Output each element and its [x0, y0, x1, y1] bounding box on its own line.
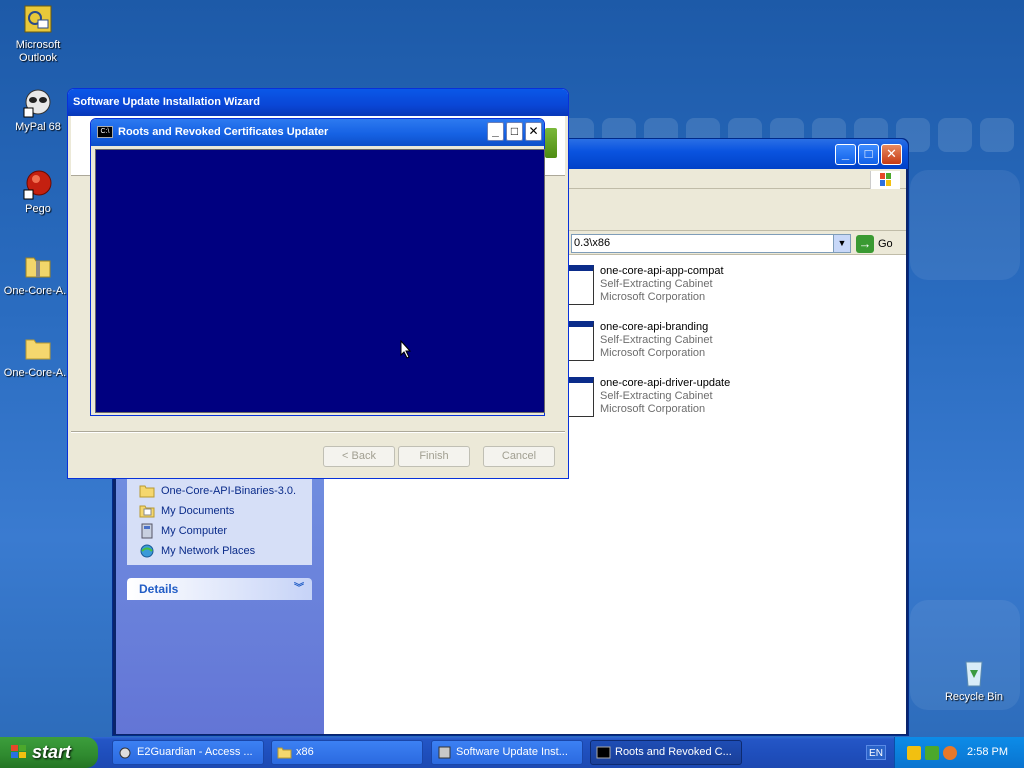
file-item[interactable]: one-core-api-branding Self-Extracting Ca… [568, 321, 888, 369]
my-computer-icon [141, 523, 153, 539]
file-name: one-core-api-branding [600, 321, 709, 333]
taskbar-item-e2guardian[interactable]: E2Guardian - Access ... [112, 740, 264, 765]
clock[interactable]: 2:58 PM [967, 737, 1008, 768]
desktop-icon-outlook[interactable]: Microsoft Outlook [0, 4, 76, 65]
finish-button[interactable]: Finish [398, 446, 470, 467]
place-item-my-documents[interactable]: My Documents [139, 501, 312, 521]
back-button[interactable]: < Back [323, 446, 395, 467]
maximize-button[interactable]: □ [506, 122, 523, 141]
console-title: Roots and Revoked Certificates Updater [118, 126, 329, 138]
address-input[interactable]: 0.3\x86 ▼ [571, 234, 851, 253]
file-name: one-core-api-driver-update [600, 377, 731, 389]
installer-icon [438, 746, 451, 759]
cancel-button[interactable]: Cancel [483, 446, 555, 467]
wizard-separator [71, 431, 565, 433]
desktop-icon-mypal[interactable]: MyPal 68 [0, 86, 76, 134]
network-tray-icon[interactable] [925, 746, 939, 760]
details-label: Details [139, 582, 179, 596]
outlook-icon [24, 5, 52, 33]
system-tray: 2:58 PM [894, 737, 1024, 768]
minimize-button[interactable]: _ [835, 144, 856, 165]
place-label: My Documents [161, 505, 235, 517]
task-label: E2Guardian - Access ... [137, 746, 253, 758]
desktop-icon-recycle-bin[interactable]: Recycle Bin [936, 656, 1012, 704]
cmd-icon [596, 746, 611, 759]
desktop-icon-label: One-Core-A... [3, 285, 73, 297]
details-panel-header[interactable]: Details ︾ [127, 578, 312, 600]
chevron-down-icon[interactable]: ▼ [833, 235, 850, 252]
place-item-my-computer[interactable]: My Computer [139, 521, 312, 541]
windows-logo-icon [545, 128, 557, 158]
cmd-icon: C:\ [97, 126, 113, 138]
console-window-controls: _ □ ✕ [487, 122, 542, 141]
file-type: Self-Extracting Cabinet [600, 278, 713, 290]
desktop-icon-pego[interactable]: Pego [0, 168, 76, 216]
taskbar-item-wizard[interactable]: Software Update Inst... [431, 740, 583, 765]
address-value: 0.3\x86 [574, 237, 611, 249]
console-screen[interactable] [95, 149, 545, 413]
other-places-list: One-Core-API-Binaries-3.0. My Documents … [127, 473, 312, 565]
file-company: Microsoft Corporation [600, 347, 706, 359]
explorer-window-controls: _ □ ✕ [835, 144, 902, 165]
place-label: My Computer [161, 525, 228, 537]
mouse-pointer-icon [400, 340, 412, 359]
pego-icon [23, 170, 52, 200]
close-button[interactable]: ✕ [881, 144, 902, 165]
place-item-my-network-places[interactable]: My Network Places [139, 541, 312, 561]
file-type: Self-Extracting Cabinet [600, 390, 713, 402]
close-button[interactable]: ✕ [525, 122, 542, 141]
file-item[interactable]: one-core-api-driver-update Self-Extracti… [568, 377, 888, 425]
maximize-button[interactable]: □ [858, 144, 879, 165]
start-button[interactable]: start [0, 737, 98, 768]
taskbar-item-x86[interactable]: x86 [271, 740, 423, 765]
desktop-icon-label: Recycle Bin [944, 691, 1004, 703]
security-shield-icon[interactable] [907, 746, 921, 760]
file-type: Self-Extracting Cabinet [600, 334, 713, 346]
browser-icon [119, 747, 131, 759]
cabinet-file-icon [568, 265, 594, 305]
console-window[interactable]: C:\ Roots and Revoked Certificates Updat… [90, 118, 545, 416]
desktop-icon-label: Microsoft Outlook [15, 39, 61, 64]
taskbar: start E2Guardian - Access ... x86 Softwa… [0, 737, 1024, 768]
desktop-icon-one-core-zip[interactable]: One-Core-A... [0, 250, 76, 298]
desktop-wallpaper-tile [910, 170, 1020, 280]
desktop-icon-label: One-Core-A... [3, 367, 73, 379]
windows-flag-icon [870, 171, 900, 189]
windows-flag-icon [11, 745, 26, 758]
folder-icon [277, 747, 292, 759]
start-label: start [32, 742, 72, 762]
zip-folder-icon [25, 257, 51, 278]
folder-icon [139, 485, 155, 498]
raccoon-icon [23, 89, 51, 118]
place-label: My Network Places [161, 545, 256, 557]
network-icon [140, 544, 154, 558]
desktop-icon-label: MyPal 68 [15, 121, 61, 133]
task-label: Roots and Revoked C... [615, 746, 732, 758]
cabinet-file-icon [568, 377, 594, 417]
file-company: Microsoft Corporation [600, 291, 706, 303]
desktop-icon-label: Pego [25, 203, 51, 215]
my-documents-icon [139, 505, 155, 518]
go-arrow-icon: → [856, 234, 874, 253]
desktop-icon-one-core-folder[interactable]: One-Core-A... [0, 332, 76, 380]
place-label: One-Core-API-Binaries-3.0. [161, 485, 297, 497]
minimize-button[interactable]: _ [487, 122, 504, 141]
file-item[interactable]: one-core-api-app-compat Self-Extracting … [568, 265, 888, 313]
task-label: x86 [296, 746, 314, 758]
task-label: Software Update Inst... [456, 746, 568, 758]
folder-icon [25, 339, 51, 360]
wizard-title[interactable]: Software Update Installation Wizard [68, 89, 568, 116]
place-item-parent-folder[interactable]: One-Core-API-Binaries-3.0. [139, 481, 312, 501]
file-name: one-core-api-app-compat [600, 265, 724, 277]
cabinet-file-icon [568, 321, 594, 361]
go-button[interactable]: → Go [856, 234, 893, 253]
console-titlebar[interactable]: C:\ Roots and Revoked Certificates Updat… [91, 119, 544, 146]
chevron-double-down-icon[interactable]: ︾ [294, 578, 304, 600]
file-company: Microsoft Corporation [600, 403, 706, 415]
taskbar-item-console[interactable]: Roots and Revoked C... [590, 740, 742, 765]
recycle-bin-icon [965, 661, 983, 687]
go-label: Go [878, 237, 893, 250]
search-icon[interactable] [943, 746, 957, 760]
language-indicator[interactable]: EN [866, 745, 886, 760]
